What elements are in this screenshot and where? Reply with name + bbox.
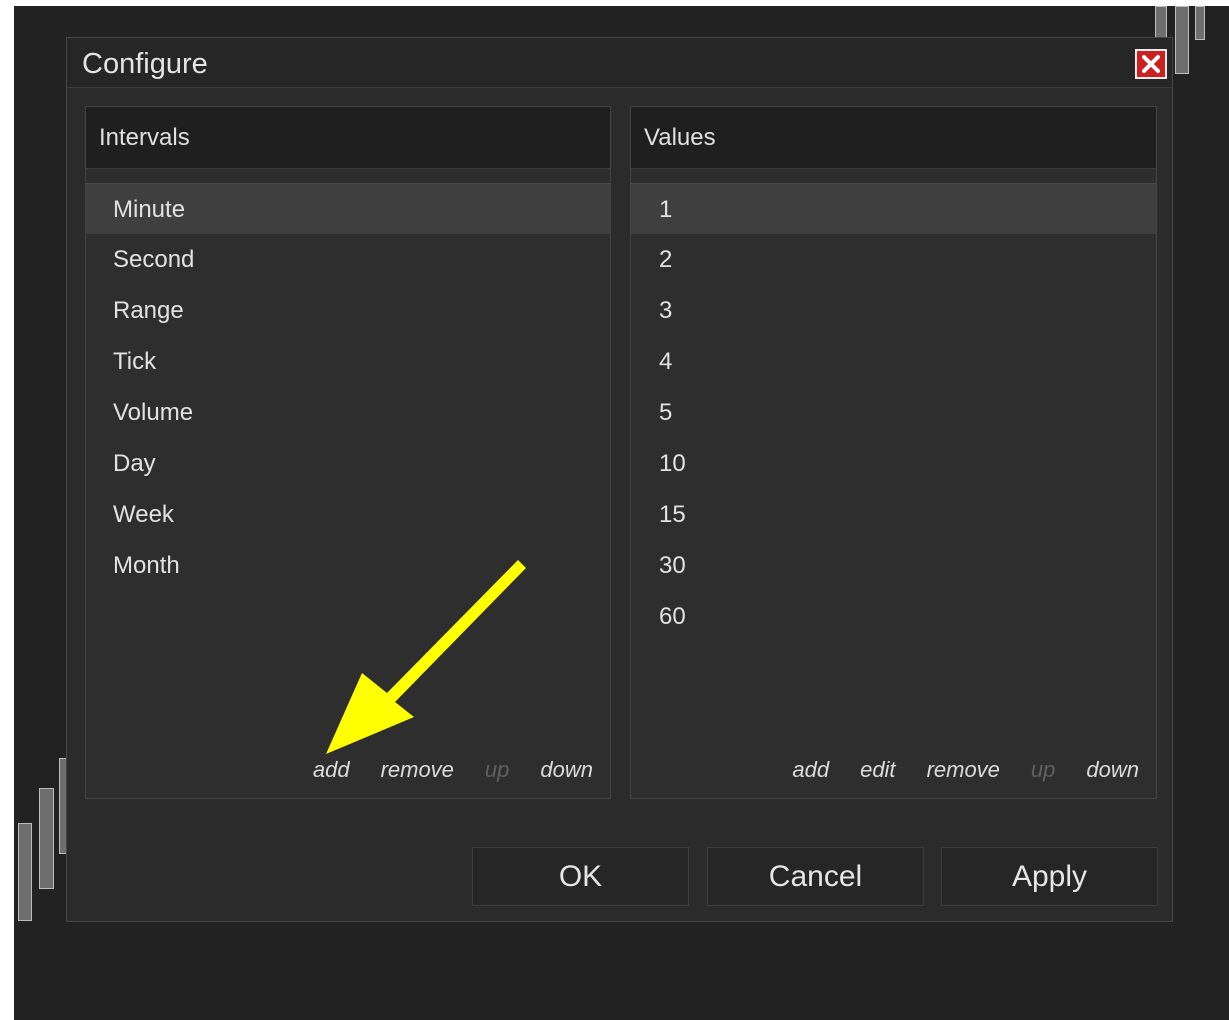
- value-item[interactable]: 15: [631, 489, 1156, 540]
- chart-candle: [18, 823, 32, 921]
- interval-item-minute[interactable]: Minute: [86, 183, 610, 234]
- value-item[interactable]: 4: [631, 336, 1156, 387]
- intervals-header-label: Intervals: [99, 124, 190, 151]
- chart-candle: [1195, 6, 1205, 40]
- value-item[interactable]: 3: [631, 285, 1156, 336]
- values-remove-link[interactable]: remove: [927, 757, 1000, 783]
- intervals-actions: add remove up down: [313, 757, 593, 783]
- values-up-link: up: [1030, 757, 1056, 782]
- values-header: Values: [631, 107, 1156, 169]
- ok-button[interactable]: OK: [472, 847, 689, 906]
- value-item[interactable]: 2: [631, 234, 1156, 285]
- value-item[interactable]: 60: [631, 591, 1156, 642]
- interval-item-range[interactable]: Range: [86, 285, 610, 336]
- intervals-panel: Intervals Minute Second Range Tick Volum…: [85, 106, 611, 799]
- value-item[interactable]: 1: [631, 183, 1156, 234]
- intervals-list: Minute Second Range Tick Volume Day Week…: [86, 183, 610, 591]
- values-actions: add edit remove up down: [792, 757, 1139, 783]
- dialog-titlebar[interactable]: Configure: [67, 38, 1172, 88]
- cancel-button[interactable]: Cancel: [707, 847, 924, 906]
- apply-button[interactable]: Apply: [941, 847, 1158, 906]
- close-button[interactable]: [1135, 49, 1167, 79]
- interval-item-tick[interactable]: Tick: [86, 336, 610, 387]
- intervals-header: Intervals: [86, 107, 610, 169]
- intervals-down-link[interactable]: down: [540, 757, 593, 783]
- interval-item-day[interactable]: Day: [86, 438, 610, 489]
- values-panel: Values 1 2 3 4 5 10 15 30 60 add edit re…: [630, 106, 1157, 799]
- values-add-link[interactable]: add: [792, 757, 829, 783]
- chart-candle: [39, 788, 54, 889]
- interval-item-week[interactable]: Week: [86, 489, 610, 540]
- values-down-link[interactable]: down: [1086, 757, 1139, 783]
- configure-dialog: Configure Intervals Minute Second Range …: [66, 37, 1173, 922]
- interval-item-month[interactable]: Month: [86, 540, 610, 591]
- chart-candle: [1175, 6, 1189, 74]
- close-icon: [1142, 55, 1160, 73]
- interval-item-second[interactable]: Second: [86, 234, 610, 285]
- values-list: 1 2 3 4 5 10 15 30 60: [631, 183, 1156, 642]
- value-item[interactable]: 30: [631, 540, 1156, 591]
- interval-item-volume[interactable]: Volume: [86, 387, 610, 438]
- value-item[interactable]: 5: [631, 387, 1156, 438]
- intervals-remove-link[interactable]: remove: [381, 757, 454, 783]
- values-edit-link[interactable]: edit: [860, 757, 895, 783]
- intervals-add-link[interactable]: add: [313, 757, 350, 783]
- chart-candle: [1155, 6, 1167, 38]
- intervals-up-link: up: [484, 757, 510, 782]
- dialog-title: Configure: [82, 48, 208, 80]
- value-item[interactable]: 10: [631, 438, 1156, 489]
- values-header-label: Values: [644, 124, 716, 151]
